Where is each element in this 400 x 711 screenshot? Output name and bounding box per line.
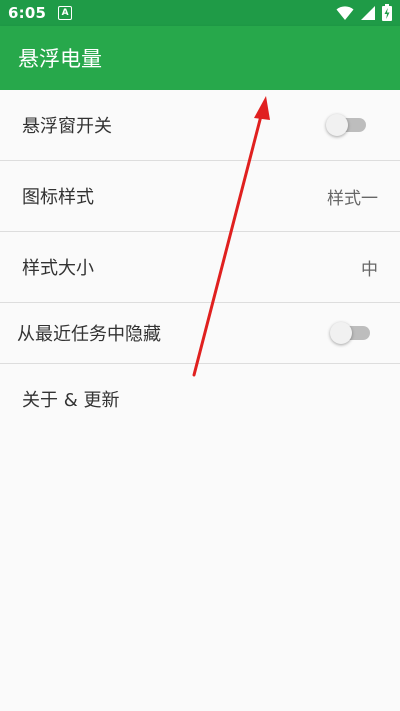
setting-floating-window[interactable]: 悬浮窗开关 (0, 90, 400, 161)
notification-icon: A (58, 6, 73, 20)
setting-about-update[interactable]: 关于 & 更新 (0, 364, 400, 434)
wifi-icon (336, 5, 354, 20)
status-time: 6:05 (8, 4, 47, 22)
status-icons (336, 4, 392, 21)
app-title: 悬浮电量 (18, 47, 102, 71)
app-bar: 悬浮电量 (0, 26, 400, 90)
setting-value: 中 (361, 259, 378, 280)
toggle-knob (326, 114, 348, 136)
floating-window-toggle[interactable] (326, 114, 366, 136)
setting-label: 关于 & 更新 (22, 390, 120, 411)
setting-label: 图标样式 (22, 187, 94, 208)
hide-from-recents-toggle[interactable] (330, 322, 370, 344)
setting-style-size[interactable]: 样式大小 中 (0, 232, 400, 303)
signal-icon (361, 5, 375, 20)
setting-hide-from-recents[interactable]: 从最近任务中隐藏 (0, 303, 400, 364)
setting-value: 样式一 (327, 188, 378, 209)
setting-label: 从最近任务中隐藏 (17, 324, 161, 345)
setting-label: 样式大小 (22, 258, 94, 279)
setting-label: 悬浮窗开关 (22, 116, 112, 137)
setting-icon-style[interactable]: 图标样式 样式一 (0, 161, 400, 232)
battery-charging-icon (382, 4, 392, 21)
settings-list: 悬浮窗开关 图标样式 样式一 样式大小 中 从最近任务中隐藏 关于 & 更新 (0, 90, 400, 434)
toggle-knob (330, 322, 352, 344)
status-bar: 6:05 A (0, 0, 400, 26)
